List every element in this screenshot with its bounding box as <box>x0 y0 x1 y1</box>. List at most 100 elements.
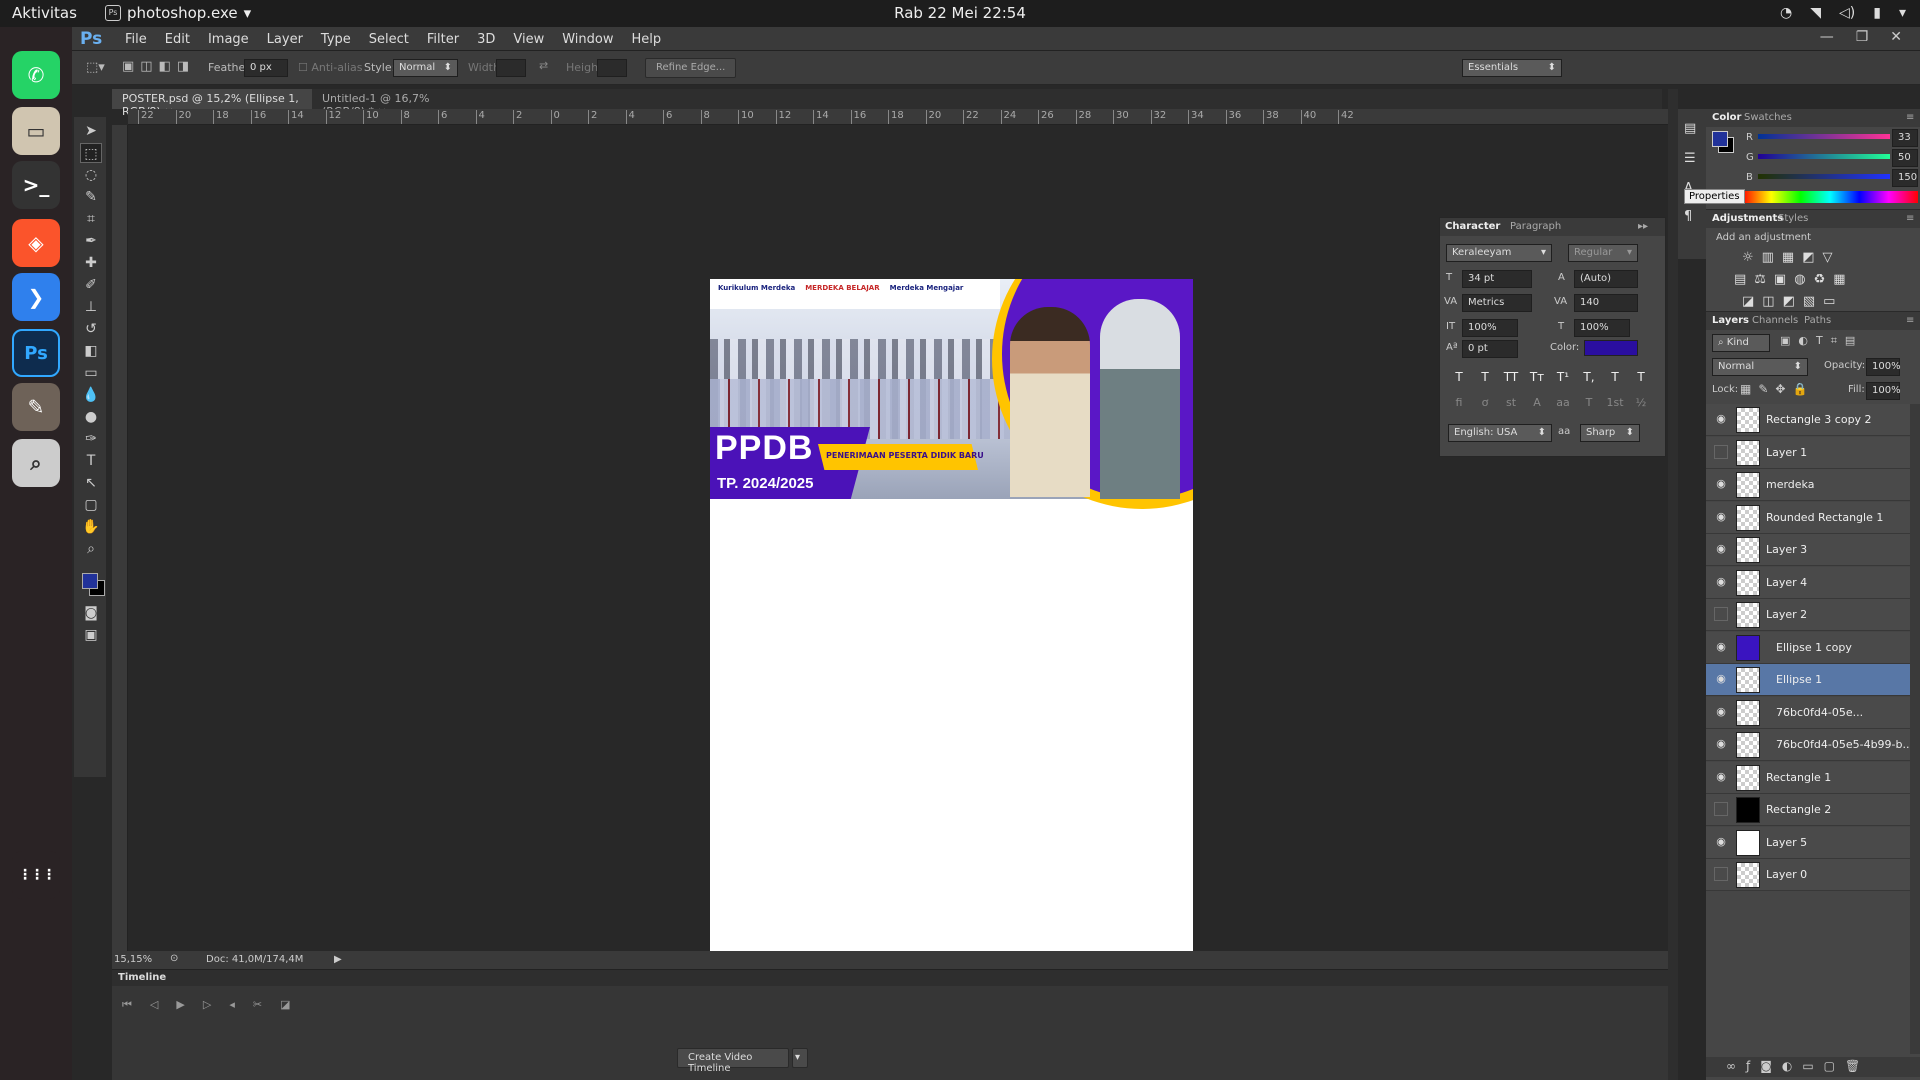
layer-row[interactable]: ◉ Ellipse 1 <box>1706 664 1910 696</box>
tab-styles[interactable]: Styles <box>1778 213 1808 224</box>
workspace-select[interactable]: Essentials ⬍ <box>1462 59 1562 77</box>
swap-icon[interactable]: ⇄ <box>539 59 548 72</box>
create-video-timeline-button[interactable]: Create Video Timeline <box>677 1048 789 1074</box>
path-select-tool-icon[interactable]: ↖ <box>80 473 102 493</box>
marquee-tool-preset-icon[interactable]: ⬚▾ <box>86 60 105 75</box>
foreground-color-swatch[interactable] <box>82 573 98 589</box>
menu-filter[interactable]: Filter <box>418 32 468 47</box>
fg-color-swatch[interactable] <box>1712 131 1728 147</box>
vertical-scale-input[interactable]: 100% <box>1462 319 1518 337</box>
r-slider[interactable] <box>1758 134 1890 139</box>
layer-row[interactable]: ◉ Layer 5 <box>1706 826 1910 859</box>
gimp-icon[interactable]: ✎ <box>12 383 60 431</box>
refine-edge-button[interactable]: Refine Edge... <box>645 58 737 78</box>
layer-row[interactable]: ◉ 76bc0fd4-05e... <box>1706 696 1910 729</box>
visibility-eye-icon[interactable]: ◉ <box>1714 510 1728 524</box>
menu-view[interactable]: View <box>504 32 553 47</box>
play-icon[interactable]: ▶ <box>176 998 184 1012</box>
brush-tool-icon[interactable]: ✐ <box>80 275 102 295</box>
visibility-eye-icon[interactable]: ◉ <box>1714 412 1728 426</box>
feather-input[interactable]: 0 px <box>244 59 288 77</box>
dodge-tool-icon[interactable]: ● <box>80 407 102 427</box>
zoom-level[interactable]: 15,15% <box>114 954 152 965</box>
lock-icons[interactable]: ▦✎✥🔒 <box>1740 382 1814 396</box>
opentype-button[interactable]: ơ <box>1476 396 1494 409</box>
text-color-swatch[interactable] <box>1584 340 1638 356</box>
tab-channels[interactable]: Channels <box>1752 315 1798 326</box>
rect-marquee-tool-icon[interactable]: ⬚ <box>80 143 102 163</box>
history-icon[interactable]: ▤ <box>1684 121 1696 136</box>
horizontal-scale-input[interactable]: 100% <box>1574 319 1630 337</box>
layer-row[interactable]: Layer 0 <box>1706 859 1910 891</box>
pen-tool-icon[interactable]: ✑ <box>80 429 102 449</box>
opentype-button[interactable]: fi <box>1450 396 1468 409</box>
next-frame-icon[interactable]: ▷ <box>203 998 211 1012</box>
gradient-tool-icon[interactable]: ▭ <box>80 363 102 383</box>
adjustment-icons-row-1[interactable]: ☼▥▦◩▽ <box>1742 250 1841 265</box>
menu-window[interactable]: Window <box>553 32 622 47</box>
clock[interactable]: Rab 22 Mei 22:54 <box>0 4 1920 22</box>
chevron-down-icon[interactable]: ▾ <box>1899 5 1906 21</box>
type-tool-icon[interactable]: T <box>80 451 102 471</box>
type-style-button[interactable]: T <box>1632 370 1650 384</box>
opentype-button[interactable]: A <box>1528 396 1546 409</box>
whatsapp-icon[interactable]: ✆ <box>12 51 60 99</box>
history-brush-tool-icon[interactable]: ↺ <box>80 319 102 339</box>
shape-tool-icon[interactable]: ▢ <box>80 495 102 515</box>
kerning-input[interactable]: Metrics <box>1462 294 1532 312</box>
menu-type[interactable]: Type <box>312 32 360 47</box>
language-select[interactable]: English: USA ⬍ <box>1448 424 1552 442</box>
adjustment-icons-row-2[interactable]: ▤⚖▣◍♻▦ <box>1734 272 1854 287</box>
apps-grid-icon[interactable]: ⋮⋮⋮ <box>12 851 60 899</box>
opentype-button[interactable]: aa <box>1554 396 1572 409</box>
audio-icon[interactable]: ◂ <box>229 998 235 1012</box>
paragraph-icon[interactable]: ¶ <box>1684 209 1692 224</box>
eyedropper-tool-icon[interactable]: ✒ <box>80 231 102 251</box>
type-style-button[interactable]: T¹ <box>1554 370 1572 384</box>
layer-row[interactable]: ◉ Rectangle 1 <box>1706 761 1910 794</box>
layers-scrollbar[interactable] <box>1910 404 1920 1054</box>
layer-actions-bar[interactable]: ∞ƒ◙◐▭▢🗑 <box>1706 1057 1920 1077</box>
font-size-input[interactable]: 34 pt <box>1462 270 1532 288</box>
tab-swatches[interactable]: Swatches <box>1744 112 1792 123</box>
g-slider[interactable] <box>1758 154 1890 159</box>
layer-row[interactable]: ◉ Layer 4 <box>1706 566 1910 599</box>
panel-menu-icon[interactable]: ≡ <box>1906 213 1914 224</box>
tab-paths[interactable]: Paths <box>1804 315 1831 326</box>
panel-menu-icon[interactable]: ≡ <box>1906 112 1914 123</box>
brave-icon[interactable]: ◈ <box>12 219 60 267</box>
antialias-select[interactable]: Sharp ⬍ <box>1580 424 1640 442</box>
visibility-eye-icon[interactable]: ◉ <box>1714 705 1728 719</box>
font-family-select[interactable]: Keraleeyam ▾ <box>1446 244 1552 262</box>
b-input[interactable]: 150 <box>1892 169 1918 187</box>
type-style-button[interactable]: TT <box>1502 370 1520 384</box>
status-menu-arrow-icon[interactable]: ▶ <box>334 954 342 965</box>
b-slider[interactable] <box>1758 174 1890 179</box>
type-style-button[interactable]: T <box>1450 370 1468 384</box>
visibility-eye-icon[interactable]: ◉ <box>1714 770 1728 784</box>
baseline-input[interactable]: 0 pt <box>1462 340 1518 358</box>
menu-edit[interactable]: Edit <box>156 32 199 47</box>
zoom-tool-icon[interactable]: ⌕ <box>80 539 102 559</box>
visibility-eye-icon[interactable]: ◉ <box>1714 542 1728 556</box>
tracking-input[interactable]: 140 <box>1574 294 1638 312</box>
layer-row[interactable]: ◉ Rounded Rectangle 1 <box>1706 501 1910 534</box>
layer-row[interactable]: ◉ Rectangle 3 copy 2 <box>1706 404 1910 436</box>
canvas-area[interactable]: Kurikulum Merdeka MERDEKA BELAJAR Merdek… <box>128 125 1668 960</box>
layer-filter-icons[interactable]: ▣◐T⌗▤ <box>1780 334 1863 348</box>
visibility-eye-icon[interactable]: ◉ <box>1714 575 1728 589</box>
visibility-eye-icon[interactable]: ◉ <box>1714 672 1728 686</box>
crop-tool-icon[interactable]: ⌗ <box>80 209 102 229</box>
panel-divider[interactable] <box>1668 89 1678 1080</box>
search-icon[interactable]: ⌕ <box>12 439 60 487</box>
type-style-button[interactable]: Tт <box>1528 370 1546 384</box>
fill-input[interactable]: 100% <box>1866 382 1901 400</box>
layer-row[interactable]: ◉ 76bc0fd4-05e5-4b99-b... <box>1706 729 1910 761</box>
timeline-dropdown-button[interactable]: ▾ <box>792 1048 808 1068</box>
lasso-tool-icon[interactable]: ◌ <box>80 165 102 185</box>
quick-select-tool-icon[interactable]: ✎ <box>80 187 102 207</box>
tab-layers[interactable]: Layers <box>1712 315 1749 326</box>
opentype-button[interactable]: T <box>1580 396 1598 409</box>
selection-mode-icons[interactable]: ▣◫◧◨ <box>122 59 195 74</box>
layer-row[interactable]: ◉ Layer 3 <box>1706 534 1910 566</box>
